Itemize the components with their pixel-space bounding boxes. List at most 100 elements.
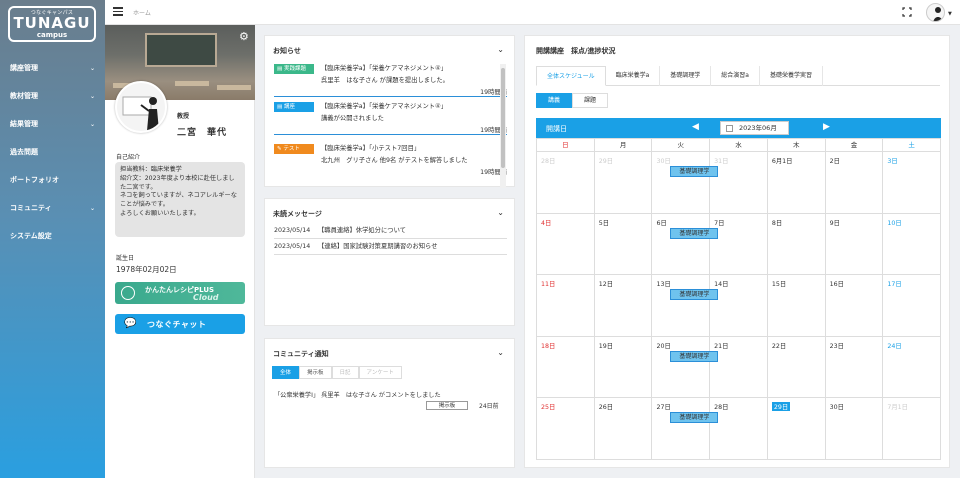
calendar-week: 18日 19日 20日 基礎調理学 21日 22日 23日 24日 [537,336,942,398]
calendar-day[interactable]: 4日 [537,213,595,275]
sidebar-nav: 講座管理 ⌄ 教材管理 ⌄ 結果管理 ⌄ 過去問題 ポートフォリオ コミュニティ ⌄ シ… [0,54,105,250]
tab-lecture[interactable]: 講義 [536,93,572,108]
calendar-day[interactable]: 18日 [537,336,595,398]
sidebar-item-course-management[interactable]: 講座管理 ⌄ [0,54,105,82]
caret-down-icon[interactable]: ▼ [948,11,952,17]
calendar-day[interactable]: 5日 [594,213,653,275]
calendar-day[interactable]: 19日 [594,336,653,398]
chevron-down-icon: ⌄ [89,92,95,100]
calendar-day[interactable]: 25日 [537,398,595,460]
prev-month-arrow-icon[interactable]: ◀ [692,122,699,132]
calendar-day[interactable]: 30日 基礎調理学 [652,152,719,214]
sidebar-item-portfolio[interactable]: ポートフォリオ [0,166,105,194]
calendar-day[interactable]: 3日 [883,152,942,214]
sidebar-item-material-management[interactable]: 教材管理 ⌄ [0,82,105,110]
calendar-day[interactable]: 30日 [825,398,884,460]
calendar-day[interactable]: 31日 [710,152,768,214]
calendar-day[interactable]: 27日 基礎調理学 [652,398,719,460]
calendar-day[interactable]: 15日 [767,275,826,337]
message-row[interactable]: 2023/05/14 【連絡】国家試験対策夏期講習のお知らせ [274,240,507,255]
tab-general-practice-a[interactable]: 総合演習a [711,66,760,86]
calendar-day[interactable]: 11日 [537,275,595,337]
calendar-day[interactable]: 2日 [825,152,884,214]
calendar-icon [726,125,733,132]
chevron-down-icon: ⌄ [89,120,95,128]
tab-basic-cooking[interactable]: 基礎調理学 [660,66,712,86]
calendar-day[interactable]: 21日 [710,336,768,398]
chevron-down-icon[interactable]: ⌄ [497,348,504,357]
news-item[interactable]: ▤ 実践課題 【臨床栄養学a】「栄養ケアマネジメント④」 呉里羊 はな子さん が… [274,61,507,97]
hamburger-menu-icon[interactable] [113,7,123,16]
calendar-day[interactable]: 6日 基礎調理学 [652,213,719,275]
news-card: お知らせ ⌄ ▤ 実践課題 【臨床栄養学a】「栄養ケアマネジメント④」 呉里羊 … [264,35,515,188]
weekday-header: 火 [652,139,711,152]
tab-clinical-nutrition-a[interactable]: 臨床栄養学a [606,66,661,86]
chevron-down-icon[interactable]: ⌄ [497,208,504,217]
chevron-down-icon: ⌄ [89,204,95,212]
calendar-day[interactable]: 20日 基礎調理学 [652,336,719,398]
calendar-day[interactable]: 24日 [883,336,942,398]
user-avatar[interactable] [926,3,945,22]
news-scrollbar[interactable] [500,64,506,188]
calendar-day[interactable]: 14日 [710,275,768,337]
tab-board[interactable]: 掲示板 [299,366,332,379]
sidebar-item-community[interactable]: コミュニティ ⌄ [0,194,105,222]
news-item[interactable]: ▤ 講座 【臨床栄養学a】「栄養ケアマネジメント④」 講義が公開されました 19… [274,99,507,135]
community-title: コミュニティ通知 [273,350,329,358]
next-month-arrow-icon[interactable]: ▶ [823,122,830,132]
weekday-header: 水 [710,139,768,152]
unread-messages-card: 未読メッセージ ⌄ 2023/05/14 【職員連絡】休学処分について 2023/… [264,198,515,326]
calendar-day[interactable]: 26日 [594,398,653,460]
calendar-day[interactable]: 22日 [767,336,826,398]
community-card: コミュニティ通知 ⌄ 全体 掲示板 日記 アンケート 「公衆栄養学Ⅰ」 呉里羊 … [264,338,515,468]
calendar-day[interactable]: 9日 [825,213,884,275]
calendar-day[interactable]: 6月1日 [767,152,826,214]
recipe-plus-cloud-button[interactable]: かんたんレシピPLUS Cloud [115,282,245,304]
schedule-title: 開講講座 採点/進捗状況 [536,47,616,55]
calendar-day[interactable]: 23日 [825,336,884,398]
calendar-week: 4日 5日 6日 基礎調理学 7日 8日 9日 10日 [537,213,942,275]
calendar-day[interactable]: 16日 [825,275,884,337]
course-tabs: 全体スケジュール 臨床栄養学a 基礎調理学 総合演習a 基礎栄養学実習 [536,66,940,86]
sidebar-item-system-settings[interactable]: システム設定 [0,222,105,250]
calendar-day[interactable]: 7月1日 [883,398,942,460]
tab-assignment[interactable]: 課題 [572,93,608,108]
calendar-day[interactable]: 12日 [594,275,653,337]
tab-basic-nutrition-practicum[interactable]: 基礎栄養学実習 [760,66,823,86]
tunagu-campus-logo[interactable]: つなぐキャンパス TUNAGU campus [8,6,96,42]
calendar-day[interactable]: 7日 [710,213,768,275]
tab-diary[interactable]: 日記 [331,366,359,379]
community-category-chip[interactable]: 掲示板 [426,401,468,410]
profile-panel: ⚙ 教授 二宮 華代 自己紹介 担当教科：臨床栄養学 紹介文：2023年度より本… [105,25,255,478]
calendar-day[interactable]: 10日 [883,213,942,275]
chevron-down-icon[interactable]: ⌄ [497,45,504,54]
fullscreen-icon[interactable] [902,7,912,17]
message-row[interactable]: 2023/05/14 【職員連絡】休学処分について [274,224,507,239]
tab-survey[interactable]: アンケート [358,366,402,379]
calendar-day[interactable]: 29日 [594,152,653,214]
sidebar-item-result-management[interactable]: 結果管理 ⌄ [0,110,105,138]
news-tag: ▤ 講座 [274,102,314,112]
gear-icon[interactable]: ⚙ [239,30,249,43]
calendar-day-today[interactable]: 29日 [767,398,826,460]
tunagu-chat-button[interactable]: 💬 つなぐチャット [115,314,245,334]
news-tag: ✎ テスト [274,144,314,154]
calendar-day[interactable]: 28日 [537,152,595,214]
weekday-header: 土 [883,139,942,152]
breadcrumb[interactable]: ホーム [133,8,151,17]
birthday-value: 1978年02月02日 [116,265,177,274]
calendar-day[interactable]: 17日 [883,275,942,337]
schedule-card: 開講講座 採点/進捗状況 全体スケジュール 臨床栄養学a 基礎調理学 総合演習a… [524,35,950,468]
sidebar-item-past-questions[interactable]: 過去問題 [0,138,105,166]
intro-label: 自己紹介 [116,154,141,161]
calendar-day[interactable]: 13日 基礎調理学 [652,275,719,337]
community-notification-text[interactable]: 「公衆栄養学Ⅰ」 呉里羊 はな子さん がコメントをしました [274,390,441,399]
tab-all[interactable]: 全体 [272,366,300,379]
news-item[interactable]: ✎ テスト 【臨床栄養学a】「小テスト7回目」 北九州 グリ子さん 他9名 がテ… [274,141,507,177]
calendar-day[interactable]: 8日 [767,213,826,275]
tab-all-schedule[interactable]: 全体スケジュール [536,66,606,86]
month-picker[interactable]: 2023年06月 [720,121,789,135]
person-silhouette-icon [933,7,943,21]
calendar-day[interactable]: 28日 [710,398,768,460]
calendar-week: 11日 12日 13日 基礎調理学 14日 15日 16日 17日 [537,275,942,337]
